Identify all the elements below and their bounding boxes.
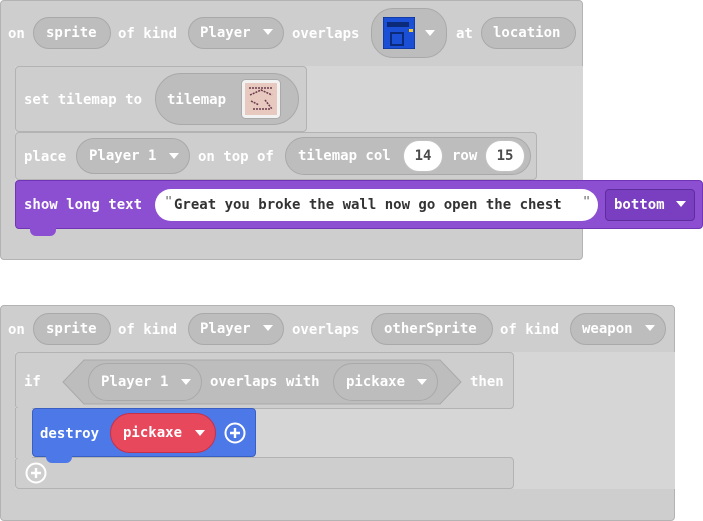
at-label: at	[456, 26, 473, 42]
chevron-down-icon	[676, 201, 686, 207]
chevron-down-icon	[195, 430, 205, 436]
pickaxe-dropdown[interactable]: pickaxe	[333, 363, 438, 401]
chevron-down-icon	[263, 325, 273, 331]
chevron-down-icon	[181, 379, 191, 385]
chevron-down-icon	[425, 30, 435, 36]
on-label: on	[8, 322, 25, 338]
if-label: if	[24, 374, 41, 390]
then-label: then	[470, 374, 504, 390]
location-var-pill[interactable]: location	[481, 17, 576, 49]
tile-dropdown[interactable]	[371, 8, 447, 58]
destroy-label: destroy	[40, 426, 100, 442]
show-long-text-label: show long text	[24, 197, 143, 213]
of-kind-label: of kind	[118, 26, 178, 42]
chevron-down-icon	[169, 153, 179, 159]
add-parameter-icon[interactable]	[224, 422, 246, 444]
if-block-footer	[15, 457, 514, 489]
kind-dropdown[interactable]: Player	[188, 313, 284, 345]
player-dropdown[interactable]: Player 1	[88, 363, 202, 401]
add-else-icon[interactable]	[25, 462, 47, 484]
text-position-dropdown[interactable]: bottom	[605, 189, 695, 221]
other-sprite-var-pill[interactable]: otherSprite	[371, 313, 493, 345]
block-notch	[46, 456, 72, 463]
set-tilemap-label: set tilemap to	[24, 92, 143, 108]
of-kind-label-2: of kind	[500, 322, 560, 338]
overlaps-label: overlaps	[292, 26, 360, 42]
sprite-var-pill[interactable]: sprite	[33, 17, 111, 49]
destroy-target-dropdown[interactable]: pickaxe	[110, 413, 216, 453]
message-text-input[interactable]: " Great you broke the wall now go open t…	[155, 189, 598, 221]
col-number-input[interactable]: 14	[403, 140, 443, 172]
of-kind-label: of kind	[118, 322, 178, 338]
tile-door-icon	[383, 17, 415, 49]
if-block-arm	[15, 408, 32, 458]
chevron-down-icon	[263, 29, 273, 35]
on-label: on	[8, 26, 25, 42]
chevron-down-icon	[417, 379, 427, 385]
chevron-down-icon	[645, 325, 655, 331]
tilemap-thumbnail-icon	[241, 79, 281, 119]
row-number-input[interactable]: 15	[485, 140, 525, 172]
block-notch	[30, 228, 56, 236]
kind-dropdown[interactable]: Player	[188, 17, 284, 49]
sprite-var-pill[interactable]: sprite	[33, 313, 111, 345]
kind-dropdown-2[interactable]: weapon	[570, 313, 666, 345]
place-label: place	[24, 149, 67, 165]
player-dropdown[interactable]: Player 1	[76, 138, 190, 174]
overlaps-with-label: overlaps with	[210, 374, 320, 390]
on-top-of-label: on top of	[198, 149, 274, 165]
tilemap-pill[interactable]: tilemap	[155, 73, 299, 125]
overlaps-label: overlaps	[292, 322, 360, 338]
